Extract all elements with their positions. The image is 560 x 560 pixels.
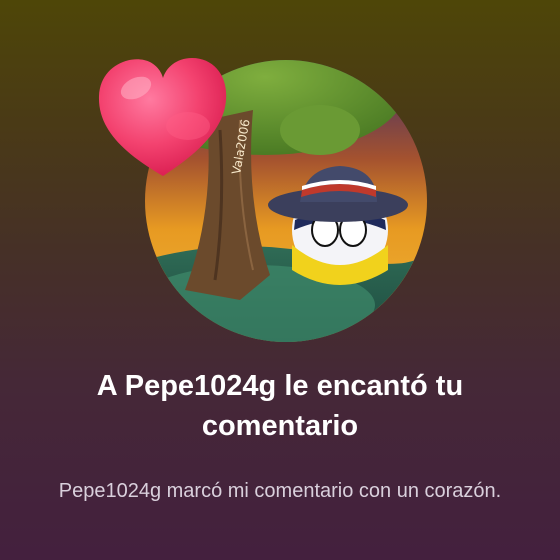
notification-message: Pepe1024g marcó mi comentario con un cor…: [58, 480, 502, 502]
notification-title: A Pepe1024g le encantó tu comentario: [96, 370, 464, 442]
heart-icon: [96, 54, 230, 182]
notification-screen: Vala2006 A Pepe1024g le encantó tu comen…: [0, 0, 560, 560]
